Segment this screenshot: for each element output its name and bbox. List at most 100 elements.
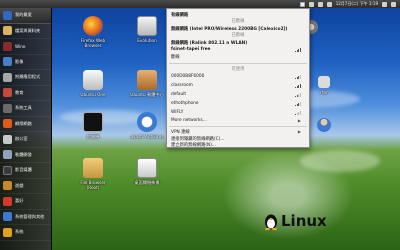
signal-strength-icon — [295, 110, 301, 115]
launcher-item-label: 影像 — [15, 58, 24, 64]
linux-logo: Linux — [264, 212, 327, 230]
launcher-item-label: 網際網路 — [15, 120, 32, 126]
network-menu: 有線網路 已斷線 無線網路 (Intel PRO/Wireless 2200BG… — [166, 8, 310, 148]
accessories-icon — [3, 72, 12, 82]
launcher-item-administration[interactable]: 系統管理與其他 — [0, 210, 51, 225]
launcher-item-label: 系統管理與其他 — [15, 213, 45, 219]
avast-icon — [137, 112, 157, 132]
menu-item-connected-network[interactable]: fsinet-tapei free — [171, 46, 305, 53]
launcher-item-internet[interactable]: 網際網路 — [0, 117, 51, 132]
menu-header-wireless-ralink: 無線網路 (Ralink 802.11 n WLAN) — [171, 40, 248, 46]
terminal-icon — [83, 112, 103, 132]
internet-icon — [3, 119, 12, 129]
more-networks-label: More networks... — [171, 118, 207, 123]
desktop-icon-software-center[interactable]: Ubuntu 軟體中心 — [128, 70, 166, 97]
launcher-item-favorites[interactable]: 我的最愛 — [0, 8, 51, 24]
desktop-icon-label: 桌面關閉佈景 — [134, 180, 160, 185]
linux-logo-text: Linux — [281, 212, 327, 230]
launcher-item-games[interactable]: 遊戲 — [0, 179, 51, 194]
desktop-icon-firefox[interactable]: Firefox Web Browser — [74, 16, 112, 48]
launcher-item-education[interactable]: 教育 — [0, 86, 51, 101]
signal-strength-icon — [295, 101, 301, 106]
launcher-item-wine[interactable]: Wine — [0, 39, 51, 55]
office-icon — [3, 134, 12, 144]
evolution-icon — [137, 16, 157, 36]
network-manager-icon[interactable] — [299, 1, 305, 7]
menu-item-disconnect[interactable]: 斷線 — [171, 53, 305, 60]
menu-item-network[interactable]: ethothphone — [171, 100, 305, 107]
panel-clock[interactable]: 12月7日(二) 下午 3:19 — [336, 1, 378, 7]
desktop-icon-partial[interactable]: rter — [312, 76, 336, 95]
menu-separator — [169, 126, 307, 127]
launcher-item-label: 系統 — [15, 229, 24, 235]
launcher-item-office[interactable]: 辦公室 — [0, 132, 51, 148]
power-icon[interactable] — [391, 1, 396, 7]
desktop-icon-label: File Browser (Root) — [80, 180, 106, 190]
network-name: 000D0B8F6000 — [171, 74, 205, 79]
launcher-item-preferences[interactable]: 喜好 — [0, 194, 51, 210]
administration-icon — [3, 212, 12, 222]
user-icon[interactable] — [382, 1, 387, 7]
folder-icon — [83, 158, 103, 178]
launcher-item-graphics[interactable]: 影像 — [0, 55, 51, 70]
launcher-item-system[interactable]: 系統 — [0, 225, 51, 241]
menu-item-vpn[interactable]: VPN 連線 ▶ — [171, 128, 305, 135]
menu-item-network[interactable]: default — [171, 91, 305, 98]
application-launcher: 我的最愛 檔案與資料夾 Wine 影像 附屬應用程式 教育 系統工具 網際網路 … — [0, 8, 52, 250]
wine-icon — [3, 41, 12, 51]
menu-separator — [169, 63, 307, 64]
launcher-item-label: 軟體開發 — [15, 151, 32, 157]
system-tools-icon — [3, 103, 12, 113]
menu-item-network[interactable]: 000D0B8F6000 — [171, 73, 305, 80]
network-name: default — [171, 92, 187, 97]
desktop-icon-terminal[interactable]: 終端機 — [74, 112, 112, 139]
vpn-label: VPN 連線 — [171, 129, 190, 135]
menu-item-create-network[interactable]: 建立新的無線網路(N)... — [171, 141, 305, 148]
software-center-icon — [137, 70, 157, 90]
launcher-item-system-tools[interactable]: 系統工具 — [0, 101, 51, 117]
launcher-item-media[interactable]: 影音媒體 — [0, 163, 51, 179]
launcher-item-files-folders[interactable]: 檔案與資料夾 — [0, 24, 51, 39]
menu-item-network[interactable]: WIFLY — [171, 109, 305, 116]
launcher-item-label: 附屬應用程式 — [15, 74, 41, 80]
desktop-icon-avast[interactable]: avast! Antivirus — [128, 112, 166, 139]
menu-status-wired: 已斷線 — [231, 18, 245, 24]
network-name: ethothphone — [171, 101, 199, 106]
desktop-icon-label: Evolution — [137, 38, 157, 43]
users-icon — [317, 118, 331, 132]
launcher-item-development[interactable]: 軟體開發 — [0, 148, 51, 163]
launcher-item-label: 影音媒體 — [15, 167, 32, 173]
top-panel: 12月7日(二) 下午 3:19 — [0, 0, 400, 8]
ubuntu-one-icon — [83, 70, 103, 90]
development-icon — [3, 150, 12, 160]
launcher-item-label: 喜好 — [15, 198, 24, 204]
network-icon — [318, 76, 330, 88]
network-name: classroom — [171, 83, 193, 88]
menu-item-network[interactable]: classroom — [171, 82, 305, 89]
education-icon — [3, 88, 12, 98]
mail-icon[interactable] — [308, 1, 314, 7]
menu-item-more-networks[interactable]: More networks... ▶ — [171, 117, 305, 124]
firefox-icon — [83, 16, 103, 36]
menu-header-available: 可使用 — [231, 66, 245, 72]
star-icon — [3, 10, 12, 20]
network-name: WIFLY — [171, 110, 184, 115]
desktop-icon-users[interactable] — [312, 118, 336, 134]
tux-icon — [265, 214, 277, 230]
desktop-icon-file-browser-root[interactable]: File Browser (Root) — [74, 158, 112, 190]
launcher-item-accessories[interactable]: 附屬應用程式 — [0, 70, 51, 86]
network-name: fsinet-tapei free — [171, 47, 211, 52]
launcher-item-label: 系統工具 — [15, 105, 32, 111]
signal-strength-icon — [295, 47, 301, 52]
desktop-icon-desktop-effects[interactable]: 桌面關閉佈景 — [128, 158, 166, 185]
signal-strength-icon — [295, 92, 301, 97]
battery-icon[interactable] — [326, 1, 332, 7]
launcher-item-label: 檔案與資料夾 — [15, 27, 41, 33]
desktop-icon-evolution[interactable]: Evolution — [128, 16, 166, 43]
wallpaper-cloud — [300, 150, 380, 172]
launcher-item-label: 辦公室 — [15, 136, 28, 142]
volume-icon[interactable] — [317, 1, 323, 7]
desktop-icon-ubuntu-one[interactable]: Ubuntu One — [74, 70, 112, 97]
desktop-icon-label: avast! Antivirus — [130, 134, 164, 139]
submenu-arrow-icon: ▶ — [297, 118, 301, 123]
